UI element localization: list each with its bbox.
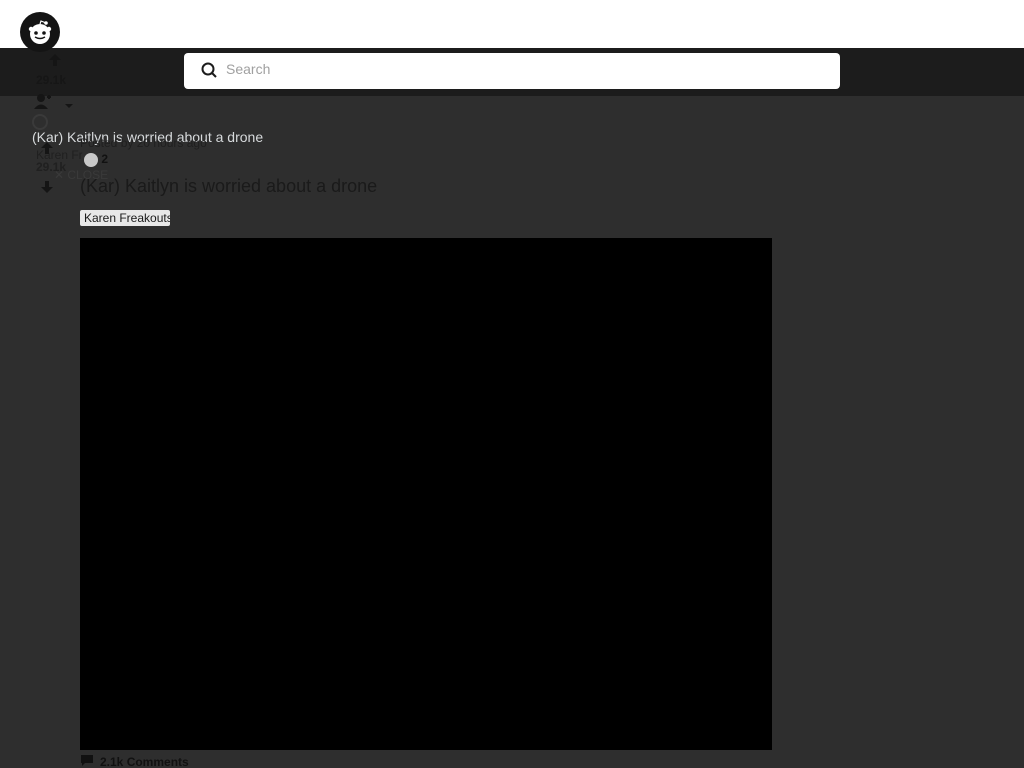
award-count: 2 xyxy=(101,152,109,166)
top-header xyxy=(0,0,1024,48)
play-icon xyxy=(32,114,48,130)
caret-down-icon[interactable] xyxy=(64,98,74,112)
reddit-logo-icon[interactable] xyxy=(20,12,60,52)
post-flair[interactable]: Karen Freakouts xyxy=(80,210,170,226)
search-bar[interactable] xyxy=(184,53,840,89)
posted-by-meta: Posted by 20 hours ago xyxy=(80,136,207,150)
post-title[interactable]: (Kar) Kaitlyn is worried about a drone xyxy=(80,176,377,197)
search-input[interactable] xyxy=(224,57,828,81)
award-badge[interactable]: 2 xyxy=(84,152,108,167)
video-player[interactable] xyxy=(80,238,772,750)
post-upvote-icon[interactable] xyxy=(40,141,54,160)
downvote-icon[interactable] xyxy=(40,180,54,197)
comment-icon xyxy=(80,753,94,768)
award-icon xyxy=(84,152,98,167)
user-icon[interactable] xyxy=(33,93,53,112)
comments-count: 2.1k Comments xyxy=(100,754,189,768)
vote-score: 29.1k xyxy=(36,73,67,87)
search-icon xyxy=(200,61,218,84)
comments-button[interactable]: 2.1k Comments xyxy=(80,753,189,768)
upvote-icon[interactable] xyxy=(48,53,62,70)
